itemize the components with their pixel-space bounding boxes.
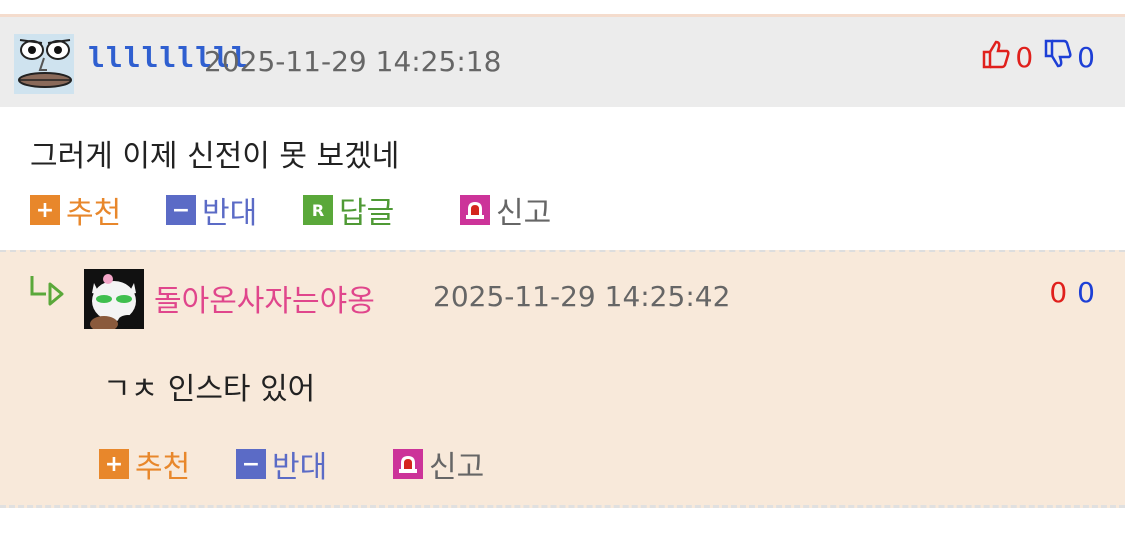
recommend-label: 추천 (66, 196, 122, 231)
reply-oppose-button[interactable]: − 반대 (236, 442, 327, 486)
comment-header: lllllllll 2025-11-29 14:25:18 0 0 (0, 14, 1125, 107)
plus-square-icon: + (99, 449, 129, 479)
siren-icon (460, 195, 490, 225)
oppose-label: 반대 (202, 196, 258, 231)
reply-up-count: 0 (1049, 276, 1068, 309)
top-spacer (0, 0, 1125, 14)
comment-text: 그러게 이제 신전이 못 보겠네 (30, 139, 400, 174)
avatar[interactable] (14, 34, 74, 94)
reply-datetime: 2025-11-29 14:25:42 (433, 280, 731, 313)
siren-icon (393, 449, 423, 479)
reply-button[interactable]: R 답글 (303, 188, 394, 232)
reply-label: 답글 (339, 196, 395, 231)
report-button[interactable]: 신고 (460, 188, 551, 232)
reply-report-button[interactable]: 신고 (393, 442, 484, 486)
report-label: 신고 (429, 450, 485, 485)
recommend-button[interactable]: + 추천 (30, 188, 121, 232)
comment-actions: + 추천 − 반대 R 답글 신고 (0, 182, 1125, 250)
reply-recommend-button[interactable]: + 추천 (99, 442, 190, 486)
reply-down-count: 0 (1077, 276, 1095, 309)
oppose-button[interactable]: − 반대 (166, 188, 257, 232)
thumbs-up-icon[interactable] (981, 39, 1011, 76)
minus-square-icon: − (166, 195, 196, 225)
plus-square-icon: + (30, 195, 60, 225)
reply-text: ㄱㅊ 인스타 있어 (103, 372, 316, 407)
report-label: 신고 (496, 196, 552, 231)
r-square-icon: R (303, 195, 333, 225)
reply-arrow-icon (28, 272, 68, 312)
oppose-label: 반대 (272, 450, 328, 485)
reply-nickname[interactable]: 돌아온사자는야옹 (154, 276, 375, 320)
thumbs-down-icon[interactable] (1043, 39, 1073, 76)
reply-comment: 돌아온사자는야옹 2025-11-29 14:25:42 0 0 ㄱㅊ 인스타 … (0, 250, 1125, 508)
recommend-label: 추천 (135, 450, 191, 485)
comment-datetime: 2025-11-29 14:25:18 (204, 45, 502, 78)
minus-square-icon: − (236, 449, 266, 479)
up-count: 0 (1015, 41, 1034, 74)
down-count: 0 (1077, 41, 1095, 74)
reply-vote-counter: 0 0 (1049, 276, 1095, 309)
avatar[interactable] (84, 269, 144, 332)
vote-counter: 0 0 (981, 39, 1095, 76)
comment-body: 그러게 이제 신전이 못 보겠네 (0, 107, 1125, 182)
